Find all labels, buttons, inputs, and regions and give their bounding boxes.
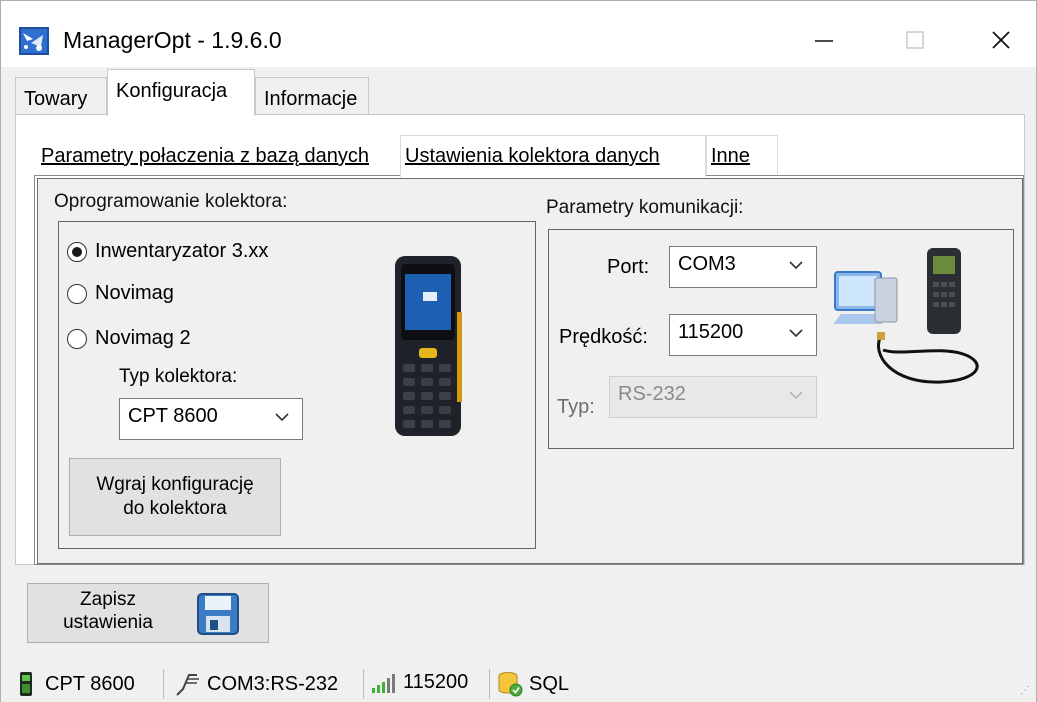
status-speed-text: 115200 bbox=[403, 671, 469, 693]
tab-label: Konfiguracja bbox=[116, 80, 228, 102]
speed-select[interactable]: 115200 bbox=[669, 314, 817, 356]
tab-informacje[interactable]: Informacje bbox=[255, 77, 369, 115]
chevron-down-icon bbox=[789, 329, 803, 338]
radio-inwentaryzator[interactable]: Inwentaryzator 3.xx bbox=[67, 240, 268, 263]
close-button[interactable] bbox=[971, 17, 1031, 63]
status-device-text: CPT 8600 bbox=[45, 672, 135, 695]
subtab-inne[interactable]: Inne bbox=[706, 135, 778, 174]
software-group-title: Oprogramowanie kolektora: bbox=[54, 191, 288, 212]
status-db-text: SQL bbox=[529, 672, 570, 695]
select-value: COM3 bbox=[678, 253, 736, 275]
status-connection: COM3:RS-232 bbox=[173, 671, 338, 697]
app-logo-icon bbox=[19, 27, 49, 55]
floppy-disk-icon bbox=[197, 593, 239, 635]
status-device: CPT 8600 bbox=[17, 671, 135, 697]
status-db: SQL bbox=[497, 671, 569, 697]
close-icon bbox=[992, 31, 1010, 49]
status-divider bbox=[363, 669, 364, 699]
tab-label: Towary bbox=[24, 88, 88, 110]
tab-label: Informacje bbox=[264, 88, 358, 110]
collector-type-label: Typ kolektora: bbox=[119, 366, 238, 387]
collector-settings-panel: Oprogramowanie kolektora: Inwentaryzator… bbox=[34, 175, 1024, 565]
title-bar: ManagerOpt - 1.9.6.0 bbox=[1, 1, 1036, 67]
select-value: RS-232 bbox=[618, 383, 686, 405]
tab-towary[interactable]: Towary bbox=[15, 77, 107, 115]
radio-checked-icon bbox=[67, 241, 87, 262]
button-line: ustawienia bbox=[63, 612, 153, 633]
comm-group-title: Parametry komunikacji: bbox=[546, 197, 744, 218]
tab-konfiguracja[interactable]: Konfiguracja bbox=[107, 69, 255, 116]
radio-label: Inwentaryzator 3.xx bbox=[95, 240, 269, 262]
database-icon bbox=[498, 672, 523, 697]
port-select[interactable]: COM3 bbox=[669, 246, 817, 288]
konfiguracja-panel: Parametry połaczenia z bazą danych Ustaw… bbox=[15, 114, 1025, 565]
radio-unchecked-icon bbox=[67, 328, 87, 349]
subtab-label: Inne bbox=[711, 145, 750, 167]
radio-novimag[interactable]: Novimag bbox=[67, 282, 174, 305]
app-window: ManagerOpt - 1.9.6.0 Towary Konfiguracja… bbox=[0, 0, 1037, 702]
status-divider bbox=[489, 669, 490, 699]
type-label: Typ: bbox=[557, 396, 595, 418]
chevron-down-icon bbox=[275, 413, 289, 422]
select-value: CPT 8600 bbox=[128, 405, 218, 427]
select-value: 115200 bbox=[678, 321, 744, 343]
main-tabs: Towary Konfiguracja Informacje bbox=[15, 69, 1025, 116]
window-title: ManagerOpt - 1.9.6.0 bbox=[63, 27, 282, 53]
serial-plug-icon bbox=[176, 674, 199, 696]
subtab-collector-settings[interactable]: Ustawienia kolektora danych bbox=[400, 135, 706, 177]
maximize-button[interactable] bbox=[885, 17, 945, 63]
button-line: Wgraj konfigurację bbox=[96, 474, 254, 495]
subtab-label: Parametry połaczenia z bazą danych bbox=[41, 145, 369, 167]
resize-grip-icon[interactable]: ⋰ bbox=[1020, 685, 1030, 696]
port-label: Port: bbox=[607, 256, 650, 278]
status-bar: CPT 8600 COM3:RS-232 115200 SQL ⋰ bbox=[1, 661, 1036, 702]
chevron-down-icon bbox=[789, 391, 803, 400]
upload-config-button[interactable]: Wgraj konfigurację do kolektora bbox=[69, 458, 281, 536]
handheld-scanner-image bbox=[395, 256, 462, 436]
button-line: Zapisz bbox=[80, 589, 136, 610]
chevron-down-icon bbox=[789, 261, 803, 270]
handheld-device-icon bbox=[20, 672, 32, 696]
minimize-button[interactable] bbox=[794, 17, 854, 63]
radio-unchecked-icon bbox=[67, 283, 87, 304]
speed-label: Prędkość: bbox=[559, 326, 648, 348]
status-speed: 115200 bbox=[371, 671, 468, 694]
subtab-db-params[interactable]: Parametry połaczenia z bazą danych bbox=[36, 135, 396, 174]
radio-label: Novimag bbox=[95, 282, 174, 304]
maximize-icon bbox=[906, 31, 924, 49]
signal-bars-icon bbox=[372, 673, 395, 693]
settings-content: Oprogramowanie kolektora: Inwentaryzator… bbox=[37, 178, 1023, 564]
radio-label: Novimag 2 bbox=[95, 327, 191, 349]
status-divider bbox=[163, 669, 164, 699]
subtab-label: Ustawienia kolektora danych bbox=[405, 145, 660, 167]
type-select[interactable]: RS-232 bbox=[609, 376, 817, 418]
collector-type-select[interactable]: CPT 8600 bbox=[119, 398, 303, 440]
software-group: Inwentaryzator 3.xx Novimag Novimag 2 Ty… bbox=[58, 221, 536, 549]
status-connection-text: COM3:RS-232 bbox=[207, 672, 339, 695]
minimize-icon bbox=[815, 40, 833, 42]
save-settings-button[interactable]: Zapisz ustawienia bbox=[27, 583, 269, 643]
radio-novimag-2[interactable]: Novimag 2 bbox=[67, 327, 191, 350]
computer-cable-scanner-image bbox=[833, 248, 979, 384]
button-line: do kolektora bbox=[123, 498, 227, 519]
comm-group: Port: COM3 Prędkość: 115200 Typ: RS-232 bbox=[548, 229, 1014, 449]
